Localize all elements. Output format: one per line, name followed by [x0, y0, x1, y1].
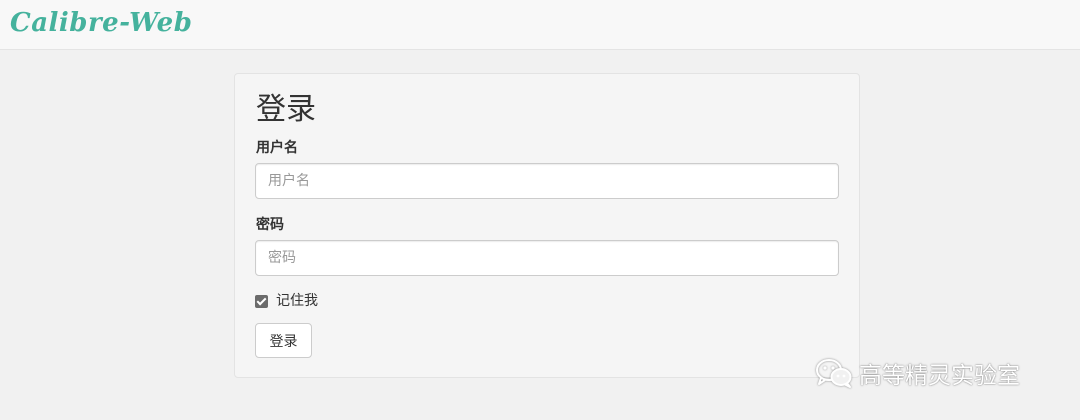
remember-me-checkbox[interactable]: [255, 294, 268, 308]
navbar: Calibre-Web: [0, 0, 1080, 50]
remember-me-label: 记住我: [276, 293, 318, 309]
watermark: 高等精灵实验室: [815, 355, 1020, 391]
password-label: 密码: [256, 217, 284, 233]
login-title: 登录: [256, 92, 316, 127]
remember-me-row[interactable]: 记住我: [255, 291, 318, 311]
watermark-text: 高等精灵实验室: [859, 363, 1020, 389]
password-input[interactable]: [255, 240, 839, 276]
wechat-icon: [816, 359, 852, 388]
login-panel: 登录 用户名 密码 记住我 登录: [234, 73, 860, 378]
username-input[interactable]: [255, 163, 839, 199]
brand-logo-link[interactable]: Calibre-Web: [10, 6, 192, 40]
login-button[interactable]: 登录: [255, 323, 312, 358]
username-label: 用户名: [256, 140, 298, 156]
